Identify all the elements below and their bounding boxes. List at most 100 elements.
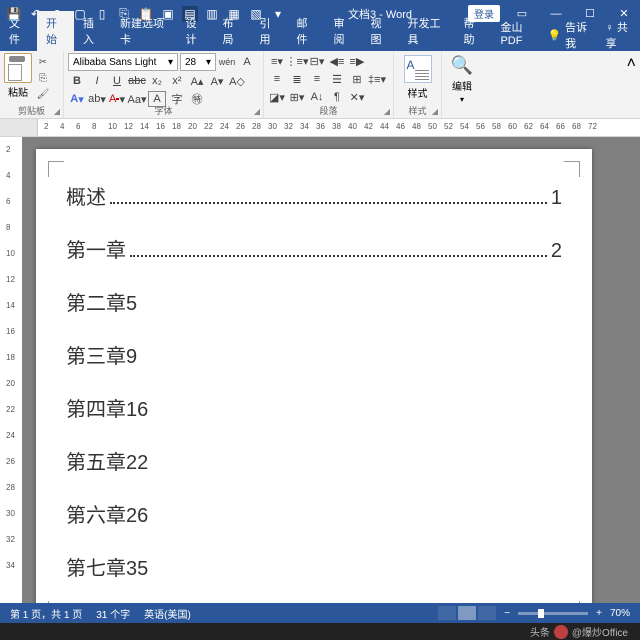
- underline-button[interactable]: U: [108, 73, 126, 89]
- zoom-level[interactable]: 70%: [610, 608, 630, 619]
- toc-page-num: 16: [126, 399, 148, 422]
- tab-layout[interactable]: 布局: [213, 11, 250, 51]
- tab-references[interactable]: 引用: [250, 11, 287, 51]
- toc-page-num: 1: [551, 187, 562, 210]
- clipboard-group: 粘贴 ✂ ⎘ 🖌 剪贴板 ◢: [0, 51, 64, 118]
- toc-entry[interactable]: 第六章26: [66, 499, 562, 528]
- sort-icon[interactable]: A↓: [308, 89, 326, 105]
- tab-view[interactable]: 视图: [361, 11, 398, 51]
- zoom-in-icon[interactable]: +: [596, 608, 602, 619]
- align-left-icon[interactable]: ≡: [268, 71, 286, 87]
- chevron-down-icon: ▾: [460, 95, 464, 104]
- tab-review[interactable]: 审阅: [324, 11, 361, 51]
- document-page[interactable]: 概述1 第一章2 第二章5 第三章9 第四章16 第五章22 第六章26 第七章35: [36, 149, 592, 603]
- page-indicator[interactable]: 第 1 页，共 1 页: [10, 606, 82, 621]
- increase-indent-icon[interactable]: ≡▶: [348, 53, 366, 69]
- toc-page-num: 35: [126, 558, 148, 581]
- toc-entry[interactable]: 第七章35: [66, 552, 562, 581]
- format-painter-icon[interactable]: 🖌: [34, 87, 52, 101]
- ruler-corner: [0, 119, 38, 136]
- strikethrough-button[interactable]: abc: [128, 73, 146, 89]
- bullets-icon[interactable]: ≡▾: [268, 53, 286, 69]
- watermark-bar: 头条 @爆炒Office: [0, 623, 640, 640]
- tab-wps[interactable]: 金山PDF: [491, 15, 547, 51]
- toc-entry[interactable]: 第四章16: [66, 393, 562, 422]
- toc-page-num: 9: [126, 346, 137, 369]
- tab-mail[interactable]: 邮件: [287, 11, 324, 51]
- subscript-button[interactable]: x₂: [148, 73, 166, 89]
- toc-leader: [130, 243, 547, 257]
- styles-group: 样式 样式 ◢: [394, 51, 442, 118]
- copy-icon[interactable]: ⎘: [34, 71, 52, 85]
- tab-help[interactable]: 帮助: [454, 11, 491, 51]
- clipboard-launcher-icon[interactable]: ◢: [54, 107, 60, 116]
- page-background[interactable]: 概述1 第一章2 第二章5 第三章9 第四章16 第五章22 第六章26 第七章35: [22, 137, 640, 603]
- tab-insert[interactable]: 插入: [74, 11, 111, 51]
- horizontal-ruler[interactable]: 2468101214161820222426283032343638404244…: [0, 119, 640, 137]
- tab-dev[interactable]: 开发工具: [398, 11, 454, 51]
- toc-title: 第七章: [66, 552, 126, 581]
- shading-icon[interactable]: ◪▾: [268, 89, 286, 105]
- font-label: 字体: [64, 104, 263, 117]
- toc-entry[interactable]: 概述1: [66, 181, 562, 210]
- font-launcher-icon[interactable]: ◢: [254, 107, 260, 116]
- show-marks-icon[interactable]: ¶: [328, 89, 346, 105]
- asian-layout-icon[interactable]: ✕▾: [348, 89, 366, 105]
- tell-me[interactable]: 告诉我: [565, 19, 591, 51]
- tab-home[interactable]: 开始: [37, 11, 74, 51]
- tab-design[interactable]: 设计: [176, 11, 213, 51]
- language-indicator[interactable]: 英语(美国): [144, 606, 191, 621]
- numbering-icon[interactable]: ⋮≡▾: [288, 53, 306, 69]
- bold-button[interactable]: B: [68, 73, 86, 89]
- styles-launcher-icon[interactable]: ◢: [432, 107, 438, 116]
- web-layout-icon[interactable]: [478, 606, 496, 620]
- editing-button[interactable]: 🔍 编辑 ▾: [446, 53, 478, 106]
- editing-text: 编辑: [452, 78, 472, 93]
- zoom-out-icon[interactable]: −: [504, 608, 510, 619]
- ribbon-tabs: 文件 开始 插入 新建选项卡 设计 布局 引用 邮件 审阅 视图 开发工具 帮助…: [0, 27, 640, 51]
- read-mode-icon[interactable]: [438, 606, 456, 620]
- borders-icon[interactable]: ⊞▾: [288, 89, 306, 105]
- superscript-button[interactable]: x²: [168, 73, 186, 89]
- paste-button[interactable]: 粘贴: [4, 53, 32, 101]
- collapse-ribbon-icon[interactable]: ˄: [623, 51, 640, 118]
- share-button[interactable]: ♀ 共享: [606, 19, 633, 51]
- cut-icon[interactable]: ✂: [34, 55, 52, 69]
- italic-button[interactable]: I: [88, 73, 106, 89]
- grow-font-icon[interactable]: A▴: [188, 73, 206, 89]
- multilevel-icon[interactable]: ⊟▾: [308, 53, 326, 69]
- shrink-font-icon[interactable]: A▾: [208, 73, 226, 89]
- ribbon: 粘贴 ✂ ⎘ 🖌 剪贴板 ◢ Alibaba Sans Light▾ 28▾ w…: [0, 51, 640, 119]
- clipboard-icon: [4, 53, 32, 83]
- para-launcher-icon[interactable]: ◢: [384, 107, 390, 116]
- toc-title: 第一章: [66, 234, 126, 263]
- clear-format-icon[interactable]: A◇: [228, 73, 246, 89]
- toc-entry[interactable]: 第三章9: [66, 340, 562, 369]
- toc-entry[interactable]: 第五章22: [66, 446, 562, 475]
- toc-entry[interactable]: 第二章5: [66, 287, 562, 316]
- toc-title: 第四章: [66, 393, 126, 422]
- view-buttons: [438, 606, 496, 620]
- char-border-icon[interactable]: A: [238, 54, 256, 70]
- watermark-prefix: 头条: [530, 624, 550, 639]
- styles-button[interactable]: 样式: [398, 53, 437, 102]
- toc-entry[interactable]: 第一章2: [66, 234, 562, 263]
- editing-group: 🔍 编辑 ▾: [442, 51, 482, 118]
- print-layout-icon[interactable]: [458, 606, 476, 620]
- vertical-ruler[interactable]: 246810121416182022242628303234: [0, 137, 22, 603]
- font-name-selector[interactable]: Alibaba Sans Light▾: [68, 53, 178, 71]
- tab-file[interactable]: 文件: [0, 11, 37, 51]
- align-center-icon[interactable]: ≣: [288, 71, 306, 87]
- tab-newtab[interactable]: 新建选项卡: [111, 11, 176, 51]
- font-size-selector[interactable]: 28▾: [180, 53, 216, 71]
- decrease-indent-icon[interactable]: ◀≡: [328, 53, 346, 69]
- line-spacing-icon[interactable]: ‡≡▾: [368, 71, 386, 87]
- word-count[interactable]: 31 个字: [96, 606, 130, 621]
- align-right-icon[interactable]: ≡: [308, 71, 326, 87]
- toc-title: 第二章: [66, 287, 126, 316]
- phonetic-guide-icon[interactable]: wén: [218, 54, 236, 70]
- distribute-icon[interactable]: ⊞: [348, 71, 366, 87]
- justify-icon[interactable]: ☰: [328, 71, 346, 87]
- zoom-slider[interactable]: [518, 612, 588, 615]
- watermark-handle: @爆炒Office: [572, 624, 628, 639]
